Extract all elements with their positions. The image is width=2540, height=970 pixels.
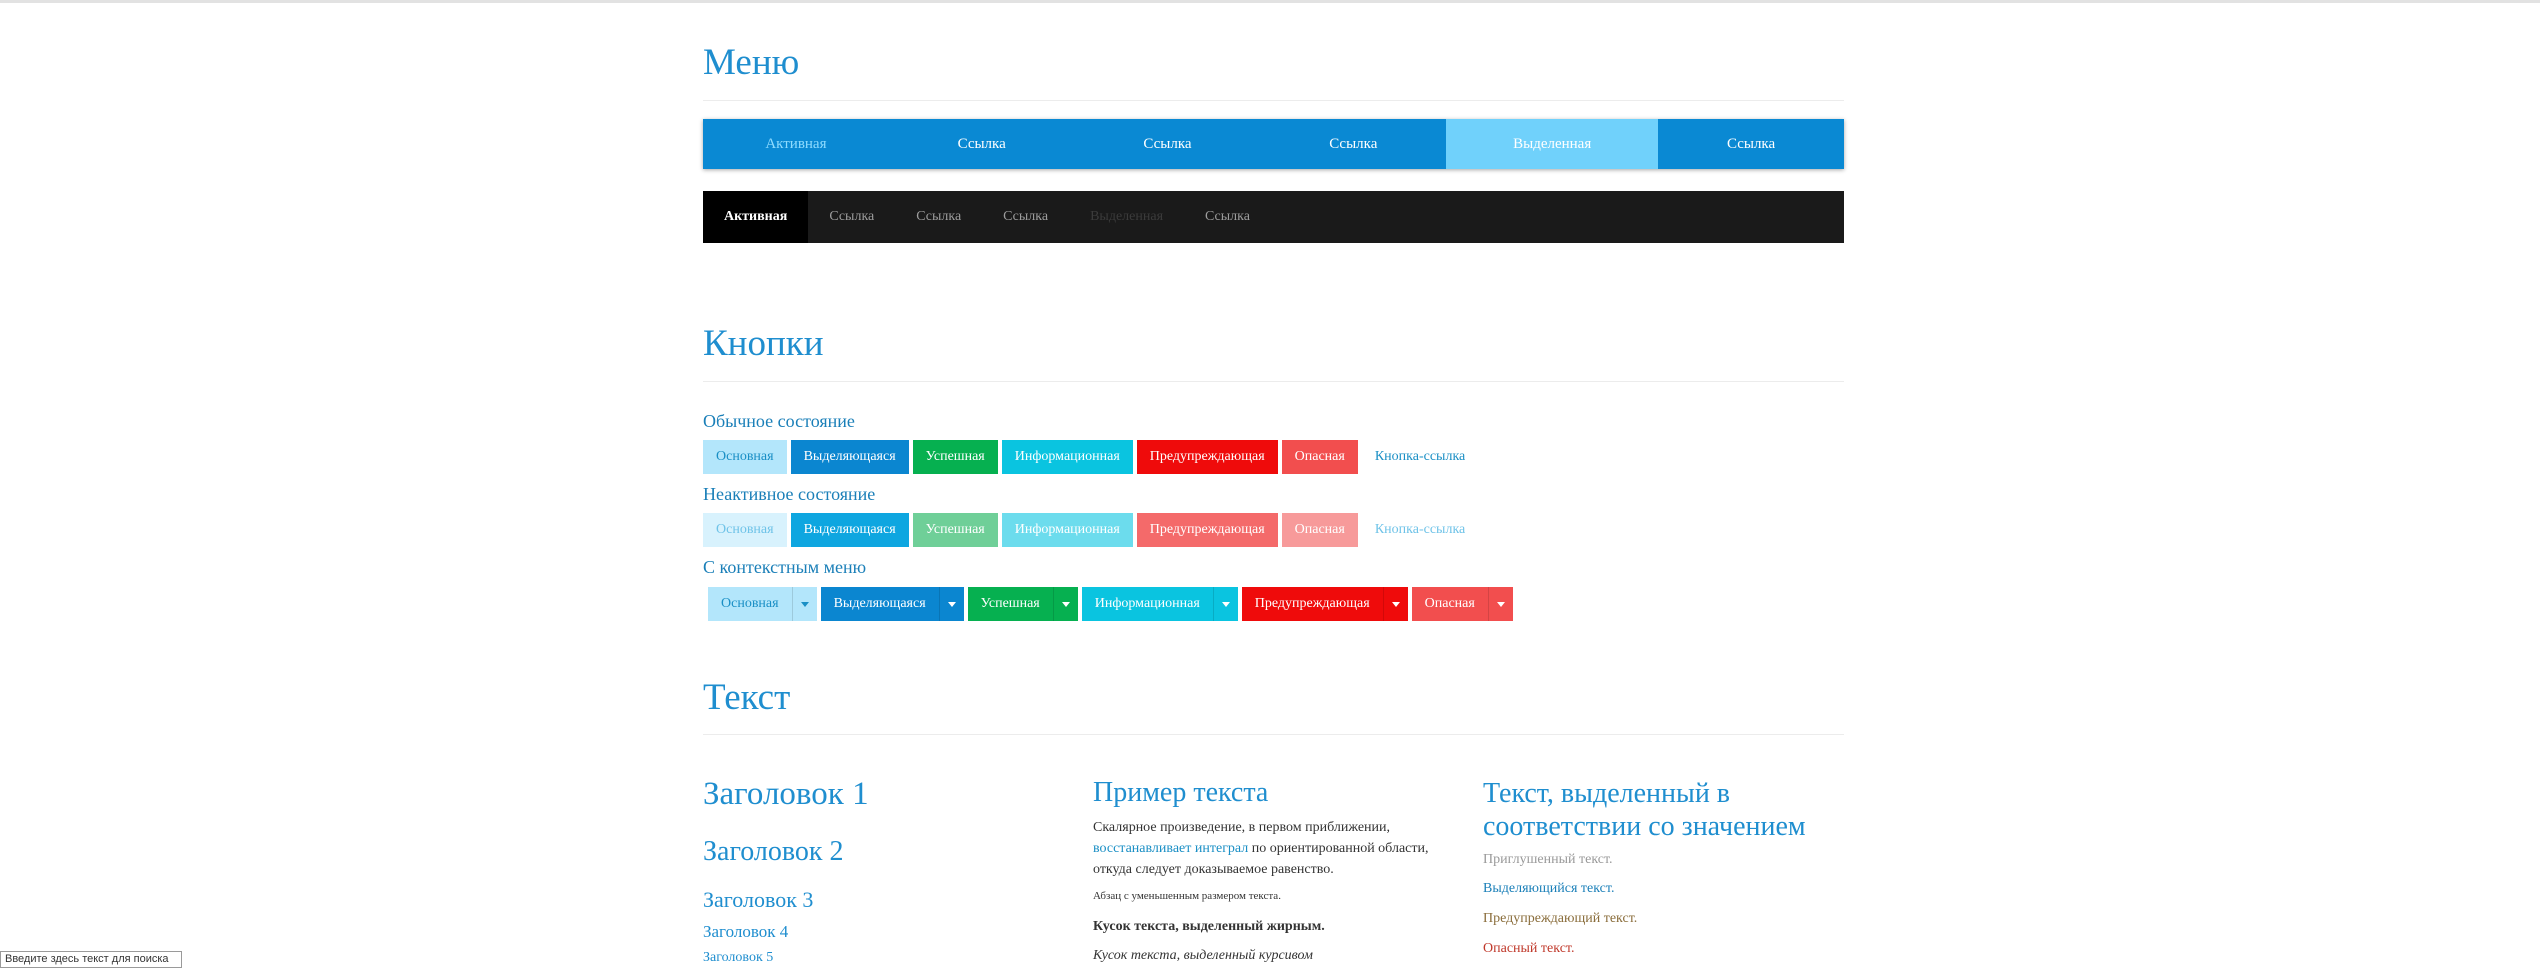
accent-button[interactable]: Выделяющаяся (790, 440, 909, 474)
context-menu-label: С контекстным меню (703, 557, 867, 577)
blue-navbar: Активная Ссылка Ссылка Ссылка Выделенная… (703, 119, 1844, 169)
caret-down-icon (1496, 601, 1505, 607)
danger-button[interactable]: Опасная (1281, 440, 1358, 474)
caret-down-icon (800, 601, 809, 607)
danger-text: Опасный текст. (1483, 941, 1575, 956)
success-split-main[interactable]: Успешная (968, 587, 1053, 621)
heading-1: Заголовок 1 (703, 776, 869, 812)
primary-split-button: Основная (708, 587, 817, 621)
search-input[interactable]: Введите здесь текст для поиска (0, 951, 182, 968)
buttons-section-title: Кнопки (703, 323, 824, 364)
warning-split-button: Предупреждающая (1241, 587, 1408, 621)
dark-nav-item-link-1[interactable]: Ссылка (808, 191, 895, 243)
info-button-disabled: Информационная (1001, 513, 1133, 547)
disabled-state-label: Неактивное состояние (703, 484, 876, 504)
paragraph-text-start: Скалярное произведение, в первом приближ… (1093, 820, 1391, 835)
accent-split-toggle[interactable] (938, 587, 964, 621)
blue-nav-item-link-3[interactable]: Ссылка (1260, 119, 1446, 169)
info-split-button: Информационная (1081, 587, 1238, 621)
info-split-toggle[interactable] (1212, 587, 1238, 621)
heading-2: Заголовок 2 (703, 836, 844, 867)
buttons-divider (703, 381, 1844, 382)
primary-button-disabled: Основная (703, 513, 787, 547)
normal-buttons-row: Основная Выделяющаяся Успешная Информаци… (703, 440, 1478, 474)
caret-down-icon (1221, 601, 1230, 607)
caret-down-icon (947, 601, 956, 607)
success-split-button: Успешная (967, 587, 1078, 621)
dark-navbar: Активная Ссылка Ссылка Ссылка Выделенная… (703, 191, 1844, 243)
menu-divider (703, 100, 1844, 101)
accent-button-disabled: Выделяющаяся (790, 513, 909, 547)
top-border (0, 0, 2540, 3)
warning-button[interactable]: Предупреждающая (1136, 440, 1278, 474)
dark-nav-item-active[interactable]: Активная (703, 191, 809, 243)
menu-section-title: Меню (703, 42, 800, 83)
muted-text: Приглушенный текст. (1483, 852, 1613, 867)
caret-down-icon (1391, 601, 1400, 607)
dark-nav-item-link-3[interactable]: Ссылка (982, 191, 1069, 243)
blue-nav-item-link-4[interactable]: Ссылка (1658, 119, 1844, 169)
blue-nav-item-link-2[interactable]: Ссылка (1075, 119, 1261, 169)
blue-nav-item-selected[interactable]: Выделенная (1446, 119, 1659, 169)
text-section-title: Текст (703, 677, 791, 718)
primary-text: Выделяющийся текст. (1483, 881, 1615, 896)
warning-button-disabled: Предупреждающая (1136, 513, 1278, 547)
disabled-buttons-row: Основная Выделяющаяся Успешная Информаци… (703, 513, 1478, 547)
heading-5: Заголовок 5 (703, 950, 774, 965)
warning-text: Предупреждающий текст. (1483, 911, 1638, 926)
danger-button-disabled: Опасная (1281, 513, 1358, 547)
blue-nav-item-active[interactable]: Активная (703, 119, 889, 169)
contextual-text-title: Текст, выделенный в соответствии со знач… (1483, 778, 1806, 842)
heading-4: Заголовок 4 (703, 922, 789, 941)
italic-text: Кусок текста, выделенный курсивом (1093, 948, 1313, 963)
warning-split-main[interactable]: Предупреждающая (1242, 587, 1383, 621)
warning-split-toggle[interactable] (1382, 587, 1408, 621)
link-button[interactable]: Кнопка-ссылка (1362, 440, 1478, 474)
dark-nav-item-link-4[interactable]: Ссылка (1184, 191, 1271, 243)
heading-3: Заголовок 3 (703, 887, 814, 912)
paragraph-link[interactable]: восстанавливает интеграл (1093, 841, 1248, 856)
success-split-toggle[interactable] (1052, 587, 1078, 621)
danger-split-main[interactable]: Опасная (1412, 587, 1488, 621)
info-button[interactable]: Информационная (1001, 440, 1133, 474)
bold-text: Кусок текста, выделенный жирным. (1093, 919, 1325, 934)
accent-split-button: Выделяющаяся (820, 587, 964, 621)
danger-split-button: Опасная (1411, 587, 1513, 621)
success-button-disabled: Успешная (912, 513, 998, 547)
split-buttons-row: Основная Выделяющаяся Успешная Информаци… (708, 587, 1513, 621)
sample-paragraph: Скалярное произведение, в первом приближ… (1093, 817, 1453, 880)
dark-nav-item-selected[interactable]: Выделенная (1069, 191, 1184, 243)
danger-split-toggle[interactable] (1487, 587, 1513, 621)
small-paragraph: Абзац с уменьшенным размером текста. (1093, 890, 1281, 902)
info-split-main[interactable]: Информационная (1082, 587, 1213, 621)
accent-split-main[interactable]: Выделяющаяся (821, 587, 939, 621)
link-button-disabled: Кнопка-ссылка (1374, 522, 1466, 537)
success-button[interactable]: Успешная (912, 440, 998, 474)
text-divider (703, 734, 1844, 735)
primary-split-main[interactable]: Основная (708, 587, 792, 621)
normal-state-label: Обычное состояние (703, 411, 855, 431)
caret-down-icon (1061, 601, 1070, 607)
primary-split-toggle[interactable] (791, 587, 817, 621)
primary-button[interactable]: Основная (703, 440, 787, 474)
dark-nav-item-link-2[interactable]: Ссылка (895, 191, 982, 243)
blue-nav-item-link-1[interactable]: Ссылка (889, 119, 1075, 169)
sample-text-title: Пример текста (1093, 777, 1269, 808)
